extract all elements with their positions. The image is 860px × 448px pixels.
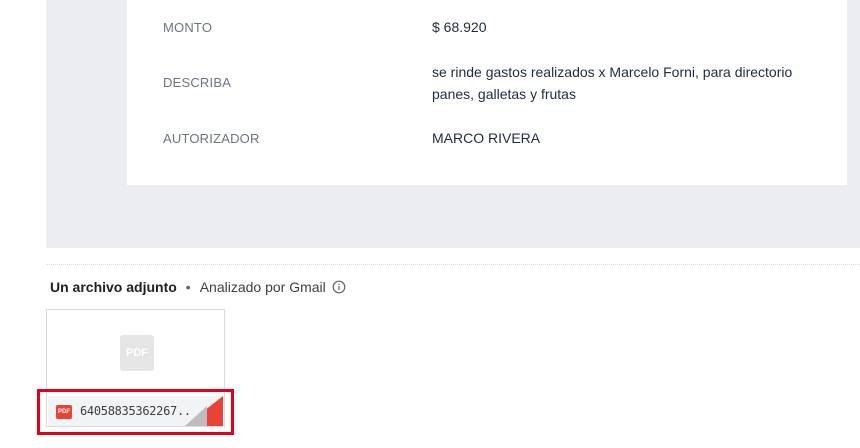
scanned-by-gmail: Analizado por Gmail bbox=[199, 279, 326, 295]
describa-value: se rinde gastos realizados x Marcelo For… bbox=[432, 64, 793, 102]
attachments-title: Un archivo adjunto bbox=[50, 279, 177, 295]
autorizador-label: AUTORIZADOR bbox=[163, 131, 260, 146]
describa-label: DESCRIBA bbox=[163, 75, 232, 90]
attachments-header: Un archivo adjunto • Analizado por Gmail bbox=[50, 279, 346, 295]
autorizador-value: MARCO RIVERA bbox=[432, 130, 541, 146]
pdf-icon: PDF bbox=[56, 405, 72, 419]
attachments-divider bbox=[46, 264, 860, 265]
header-separator: • bbox=[185, 279, 191, 295]
page-fold-icon bbox=[185, 396, 223, 426]
monto-label: MONTO bbox=[163, 20, 213, 35]
monto-value: $ 68.920 bbox=[432, 19, 487, 35]
email-body-background: MONTO $ 68.920 DESCRIBA se rinde gastos … bbox=[46, 0, 860, 248]
form-details-card: MONTO $ 68.920 DESCRIBA se rinde gastos … bbox=[127, 0, 847, 185]
pdf-thumbnail-icon: PDF bbox=[120, 335, 154, 371]
attachment-filename[interactable]: 64058835362267... bbox=[80, 404, 192, 418]
attachment-footer[interactable]: PDF 64058835362267... bbox=[48, 396, 223, 426]
attachment-card[interactable]: PDF PDF 64058835362267... bbox=[46, 309, 225, 427]
info-icon[interactable] bbox=[332, 280, 346, 294]
